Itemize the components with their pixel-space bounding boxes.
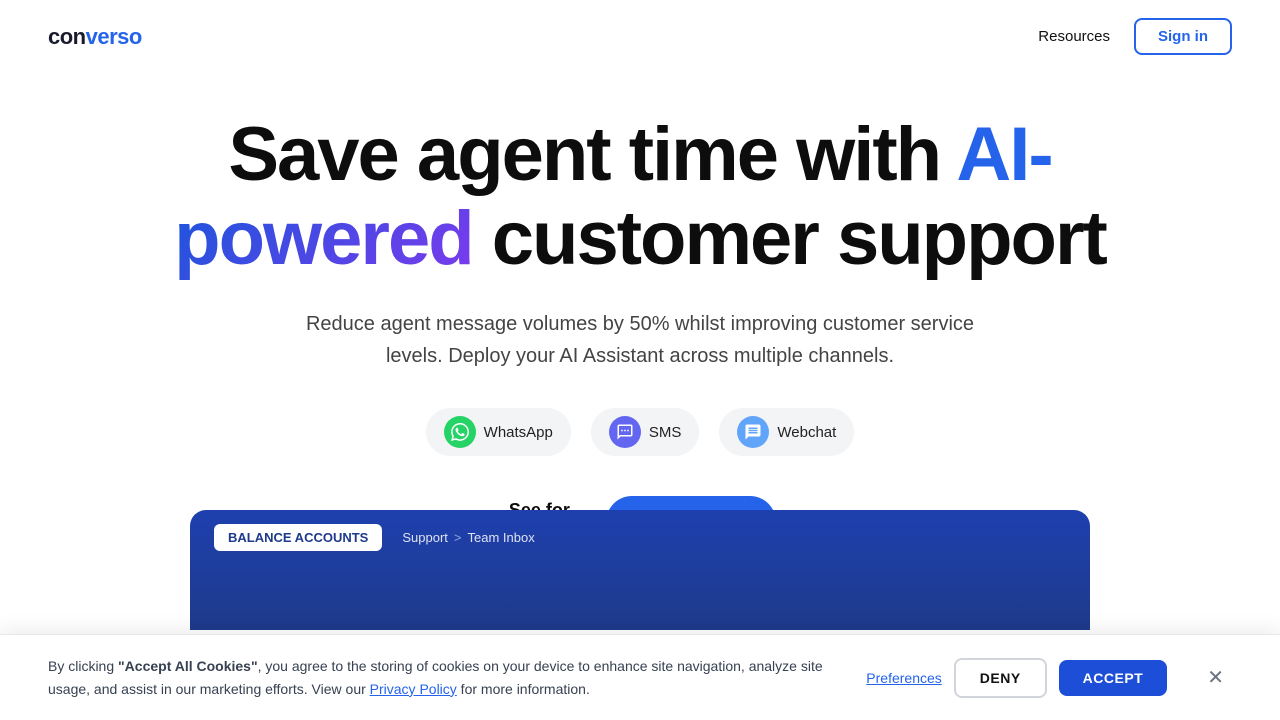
cookie-actions: Preferences DENY ACCEPT [866, 658, 1167, 698]
preview-badge: BALANCE ACCOUNTS [214, 524, 382, 551]
channels-row: WhatsApp SMS Webchat [40, 408, 1240, 456]
logo: converso [48, 24, 142, 50]
webchat-label: Webchat [777, 424, 836, 441]
whatsapp-label: WhatsApp [484, 424, 553, 441]
hero-title-part3: customer support [473, 196, 1106, 281]
signin-button[interactable]: Sign in [1134, 18, 1232, 55]
cookie-bold: "Accept All Cookies" [118, 658, 258, 674]
accept-button[interactable]: ACCEPT [1059, 660, 1168, 696]
channel-whatsapp: WhatsApp [426, 408, 571, 456]
cookie-text: By clicking "Accept All Cookies", you ag… [48, 655, 834, 700]
bottom-preview: BALANCE ACCOUNTS Support > Team Inbox [190, 510, 1090, 630]
nav-resources-link[interactable]: Resources [1038, 28, 1110, 45]
hero-title-powered: powered [174, 196, 473, 281]
navbar: converso Resources Sign in [0, 0, 1280, 73]
close-cookie-button[interactable]: ✕ [1199, 664, 1232, 692]
whatsapp-icon [444, 416, 476, 448]
preferences-button[interactable]: Preferences [866, 670, 941, 686]
deny-button[interactable]: DENY [954, 658, 1047, 698]
hero-subtitle: Reduce agent message volumes by 50% whil… [280, 308, 1000, 372]
cookie-text-prefix: By clicking [48, 658, 118, 674]
cookie-text-suffix: for more information. [457, 681, 590, 697]
hero-title-part1: Save agent time with [228, 112, 956, 197]
channel-webchat: Webchat [719, 408, 854, 456]
webchat-icon [737, 416, 769, 448]
hero-title: Save agent time with AI- powered custome… [40, 113, 1240, 280]
sms-icon [609, 416, 641, 448]
channel-sms: SMS [591, 408, 700, 456]
hero-title-blue: AI- [956, 112, 1051, 197]
preview-support-nav: Support > Team Inbox [402, 530, 534, 545]
privacy-policy-link[interactable]: Privacy Policy [370, 681, 457, 697]
sms-label: SMS [649, 424, 682, 441]
nav-right: Resources Sign in [1038, 18, 1232, 55]
hero-section: Save agent time with AI- powered custome… [0, 73, 1280, 548]
cookie-banner: By clicking "Accept All Cookies", you ag… [0, 634, 1280, 720]
